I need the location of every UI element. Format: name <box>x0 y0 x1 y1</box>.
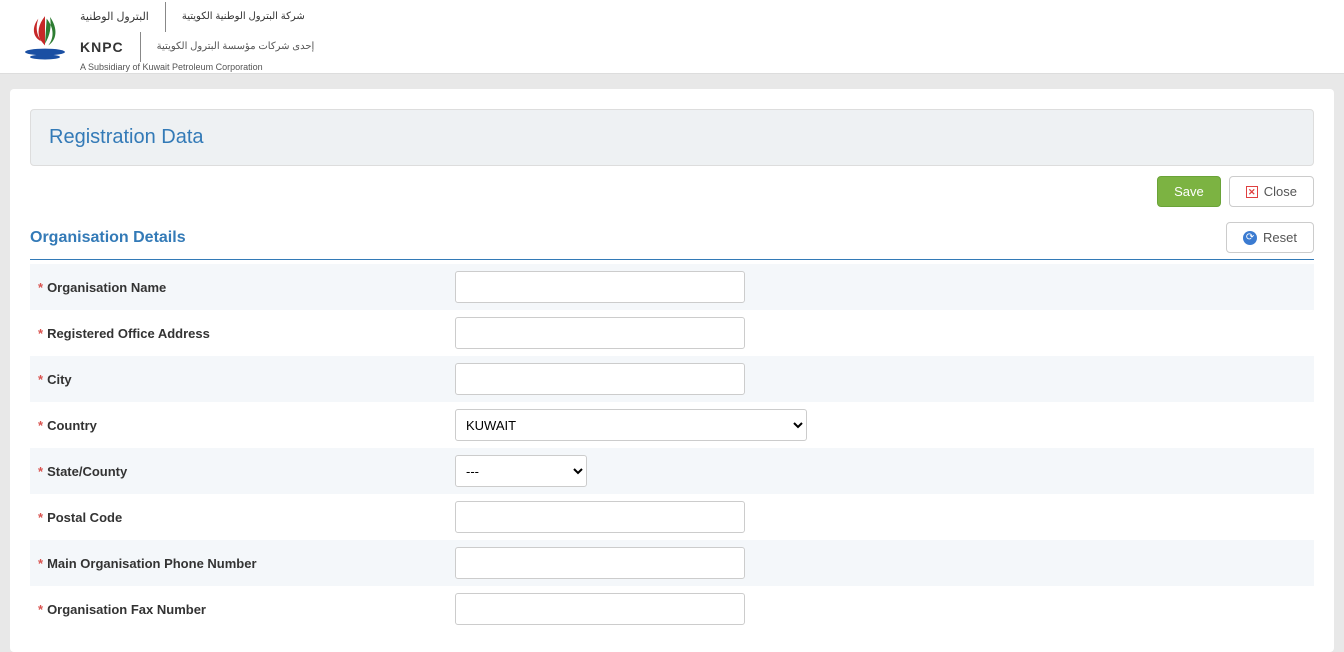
row-country: *Country KUWAIT <box>30 402 1314 448</box>
label-state: State/County <box>47 464 127 479</box>
input-address[interactable] <box>455 317 745 349</box>
label-city: City <box>47 372 72 387</box>
select-country[interactable]: KUWAIT <box>455 409 807 441</box>
app-header: البترول الوطنية شركة البترول الوطنية الك… <box>0 0 1344 74</box>
label-phone: Main Organisation Phone Number <box>47 556 256 571</box>
row-state: *State/County --- <box>30 448 1314 494</box>
input-fax[interactable] <box>455 593 745 625</box>
row-fax: *Organisation Fax Number <box>30 586 1314 632</box>
brand-logo: البترول الوطنية شركة البترول الوطنية الك… <box>20 0 1324 73</box>
close-label: Close <box>1264 184 1297 199</box>
save-label: Save <box>1174 184 1204 199</box>
reset-label: Reset <box>1263 230 1297 245</box>
reset-icon: ⟳ <box>1243 231 1257 245</box>
input-postal[interactable] <box>455 501 745 533</box>
row-phone: *Main Organisation Phone Number <box>30 540 1314 586</box>
main-card: Registration Data Save ✕ Close Organisat… <box>10 89 1334 652</box>
label-address: Registered Office Address <box>47 326 210 341</box>
brand-short: KNPC <box>80 39 124 55</box>
label-fax: Organisation Fax Number <box>47 602 206 617</box>
brand-ar-sub: إحدى شركات مؤسسة البترول الكويتية <box>157 41 315 52</box>
reset-button[interactable]: ⟳ Reset <box>1226 222 1314 253</box>
input-org-name[interactable] <box>455 271 745 303</box>
row-org-name: *Organisation Name <box>30 264 1314 310</box>
org-form: *Organisation Name *Registered Office Ad… <box>30 264 1314 632</box>
row-postal: *Postal Code <box>30 494 1314 540</box>
brand-ar-full: شركة البترول الوطنية الكويتية <box>182 11 305 22</box>
panel-title: Registration Data <box>30 109 1314 166</box>
brand-ar-short: البترول الوطنية <box>80 10 149 23</box>
label-country: Country <box>47 418 97 433</box>
knpc-flame-icon <box>20 12 70 62</box>
input-city[interactable] <box>455 363 745 395</box>
brand-text: البترول الوطنية شركة البترول الوطنية الك… <box>80 2 314 72</box>
brand-subsidiary: A Subsidiary of Kuwait Petroleum Corpora… <box>80 62 314 72</box>
section-title: Organisation Details <box>30 229 186 247</box>
label-org-name: Organisation Name <box>47 280 166 295</box>
row-city: *City <box>30 356 1314 402</box>
label-postal: Postal Code <box>47 510 122 525</box>
close-button[interactable]: ✕ Close <box>1229 176 1314 207</box>
save-button[interactable]: Save <box>1157 176 1221 207</box>
select-state[interactable]: --- <box>455 455 587 487</box>
close-icon: ✕ <box>1246 186 1258 198</box>
row-address: *Registered Office Address <box>30 310 1314 356</box>
input-phone[interactable] <box>455 547 745 579</box>
